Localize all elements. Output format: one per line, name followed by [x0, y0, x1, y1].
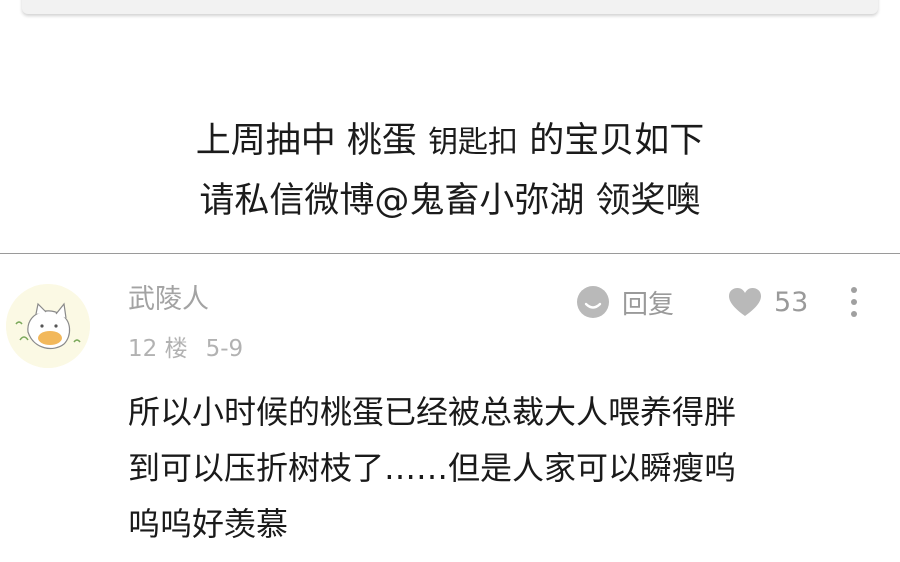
comment-date: 5-9 [205, 336, 244, 362]
reply-label: 回复 [622, 289, 675, 320]
comment-username[interactable]: 武陵人 [128, 280, 209, 320]
reply-button[interactable]: 回复 [576, 282, 674, 322]
more-vertical-icon [851, 287, 857, 293]
avatar-illustration-icon [6, 284, 90, 368]
comment-text: 所以小时候的桃蛋已经被总裁大人喂养得胖 到可以压折树枝了……但是人家可以瞬瘦呜 … [128, 384, 873, 552]
announcement-line-2: 请私信微博@鬼畜小弥湖 领奖噢 [199, 181, 701, 221]
comment-meta: 12 楼 5-9 [128, 332, 243, 366]
reply-bubble-icon [577, 286, 609, 318]
comment-floor: 12 楼 [128, 336, 188, 362]
heart-icon [729, 288, 761, 316]
like-count: 53 [774, 286, 809, 318]
more-options-button[interactable] [846, 282, 862, 322]
user-avatar[interactable] [6, 284, 90, 368]
more-vertical-icon-dot-3 [851, 311, 857, 317]
previous-post-card [22, 0, 878, 14]
more-vertical-icon-dot-2 [851, 299, 857, 305]
comment-text-line-3: 呜呜好羡慕 [128, 505, 289, 543]
section-divider [0, 253, 900, 254]
like-button[interactable]: 53 [728, 282, 808, 322]
announcement-text-c: 的宝贝如下 [529, 121, 705, 161]
post-announcement: 上周抽中 桃蛋 钥匙扣 的宝贝如下 请私信微博@鬼畜小弥湖 领奖噢 [0, 112, 900, 230]
comment-text-line-1: 所以小时候的桃蛋已经被总裁大人喂养得胖 [128, 393, 737, 431]
announcement-text-a: 上周抽中 桃蛋 [195, 121, 417, 161]
comment-text-line-2: 到可以压折树枝了……但是人家可以瞬瘦呜 [128, 449, 737, 487]
announcement-line-1: 上周抽中 桃蛋 钥匙扣 的宝贝如下 [0, 112, 900, 172]
announcement-keychain-text: 钥匙扣 [428, 125, 519, 160]
